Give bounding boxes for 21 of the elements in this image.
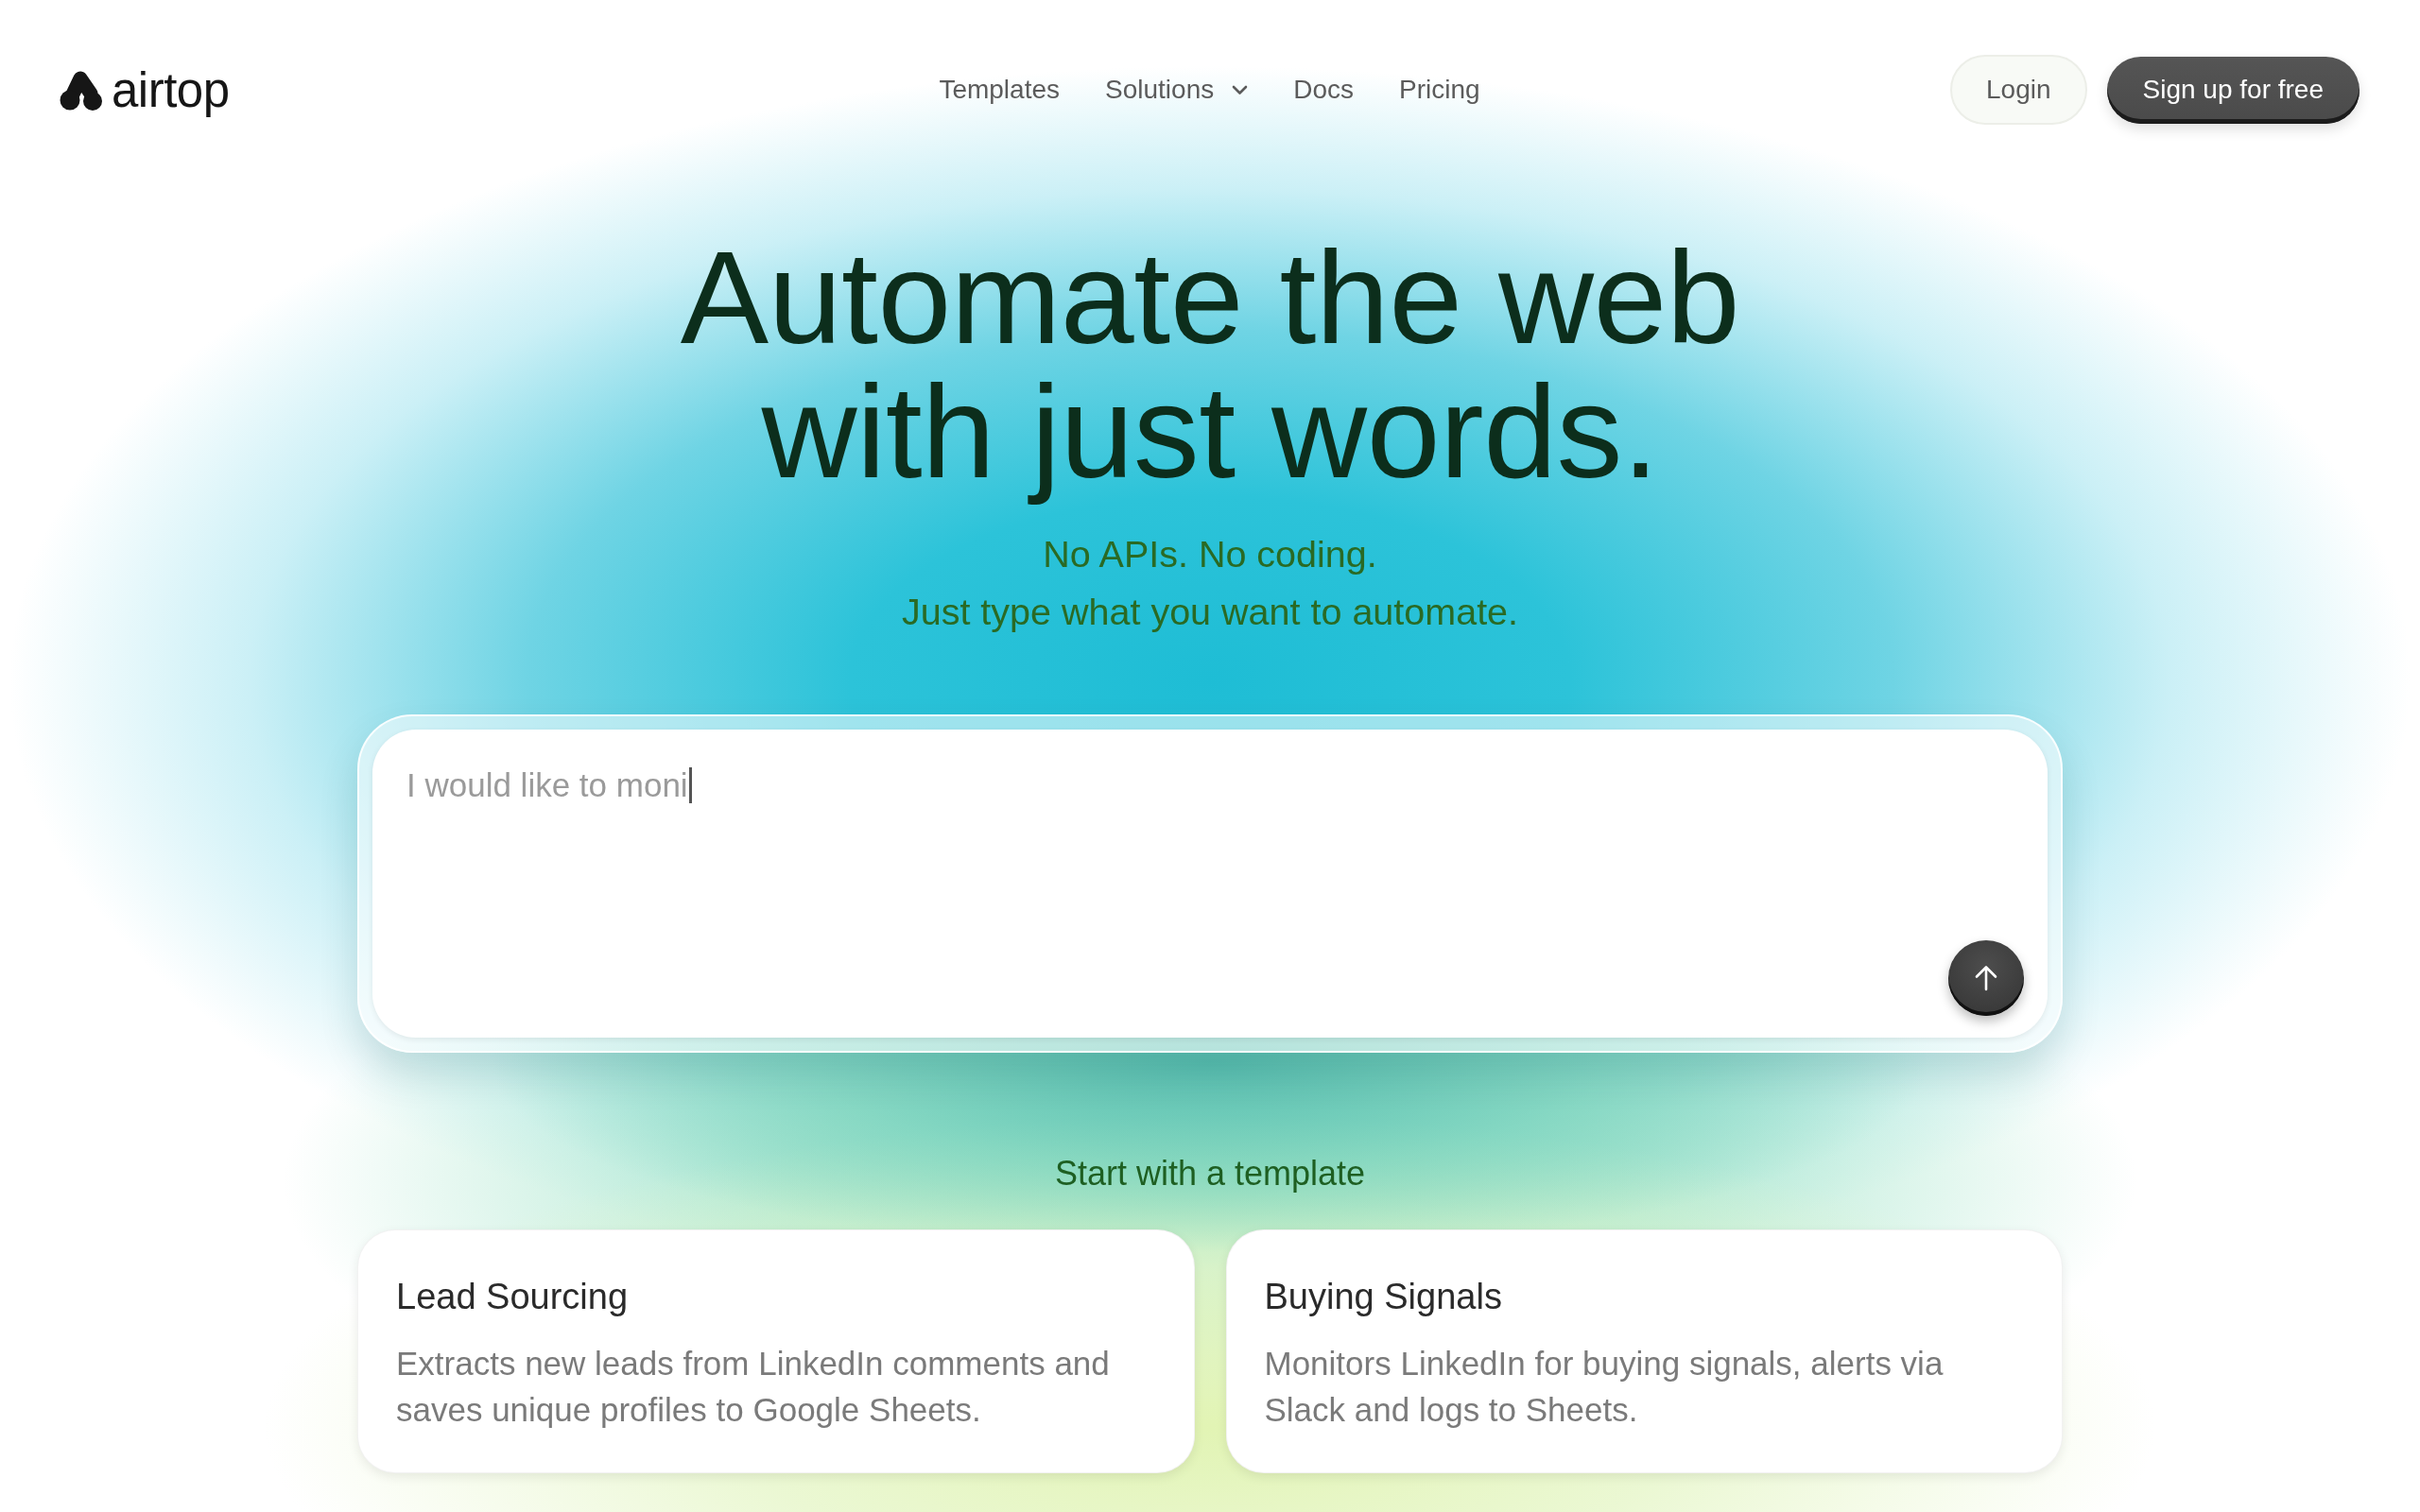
nav-link[interactable]: Templates: [939, 71, 1060, 109]
nav-link[interactable]: Docs: [1293, 71, 1354, 109]
nav-link[interactable]: Pricing: [1399, 71, 1480, 109]
nav-dropdown[interactable]: Solutions: [1105, 71, 1249, 109]
section-heading: Start with a template: [1054, 1153, 1366, 1194]
arrow-up-icon: [1974, 965, 1998, 991]
card-description: Monitors LinkedIn for buying signals, alerts via Slack and logs to Sheets.: [1264, 1344, 1945, 1430]
card-title: Lead Sourcing: [396, 1276, 629, 1318]
send-button[interactable]: [1948, 940, 2024, 1016]
template-card[interactable]: Buying Signals Monitors LinkedIn for buying signals, alerts via Slack and logs to Sheets.: [1225, 1229, 2063, 1473]
login-button[interactable]: Login: [1950, 55, 2087, 125]
chevron-down-icon: [1232, 84, 1249, 95]
hero-subtitle: Just type what you want to automate.: [901, 590, 1519, 634]
template-card[interactable]: Lead Sourcing Extracts new leads from LinkedIn comments and saves unique profiles to Google Sheets.: [357, 1229, 1195, 1473]
card-description: Extracts new leads from LinkedIn comments and saves unique profiles to Google Sheets.: [396, 1344, 1111, 1430]
logo-icon[interactable]: [60, 69, 102, 111]
hero-subtitle: No APIs. No coding.: [1043, 532, 1377, 576]
hero-heading: Automate the web with just words.: [680, 231, 1740, 507]
prompt-placeholder: I would like to moni: [406, 765, 688, 805]
card-title: Buying Signals: [1264, 1276, 1502, 1318]
signup-button[interactable]: Sign up for free: [2106, 56, 2360, 124]
